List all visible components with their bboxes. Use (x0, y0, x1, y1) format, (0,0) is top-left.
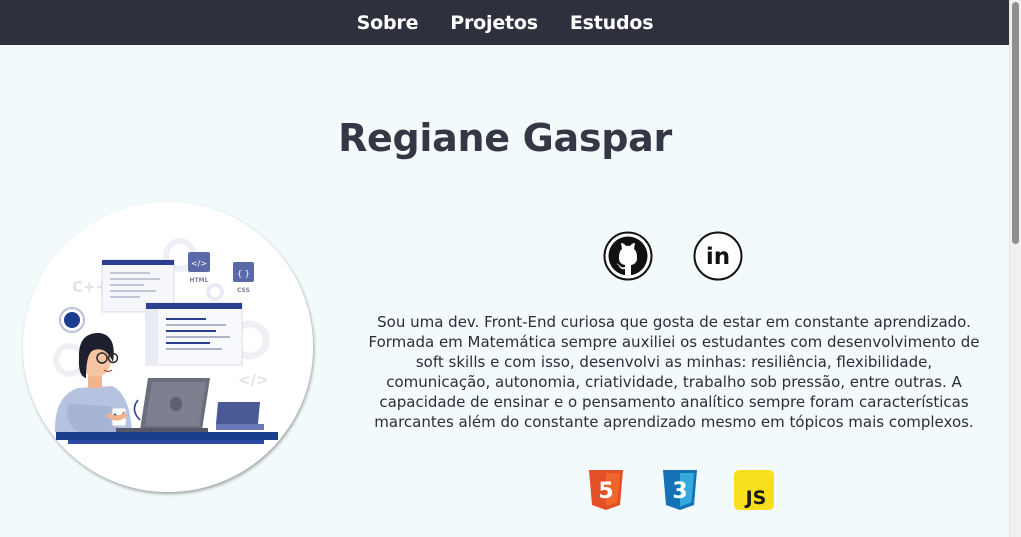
svg-text:in: in (706, 244, 730, 270)
nav-link-sobre[interactable]: Sobre (357, 12, 419, 34)
nav-link-projetos[interactable]: Projetos (450, 12, 538, 34)
tech-stack-icons: 5 3 JS (586, 469, 774, 511)
social-links: in (603, 231, 743, 281)
top-navbar: Sobre Projetos Estudos (0, 0, 1010, 45)
linkedin-icon[interactable]: in (693, 231, 743, 281)
svg-text:5: 5 (598, 479, 613, 504)
vertical-scrollbar[interactable] (1009, 0, 1021, 537)
nav-link-estudos[interactable]: Estudos (570, 12, 654, 34)
svg-text:CSS: CSS (237, 287, 250, 294)
svg-text:3: 3 (672, 479, 687, 504)
svg-text:</>: </> (238, 371, 269, 389)
svg-text:JS: JS (744, 487, 767, 509)
scrollbar-thumb[interactable] (1012, 2, 1019, 244)
bio-paragraph: Sou uma dev. Front-End curiosa que gosta… (368, 313, 980, 431)
svg-text:HTML: HTML (190, 277, 209, 284)
svg-text:</>: </> (191, 259, 207, 268)
page-title: Regiane Gaspar (338, 116, 672, 160)
javascript-icon: JS (734, 470, 774, 510)
html5-icon: 5 (589, 470, 623, 510)
svg-text:{ }: { } (237, 269, 250, 278)
github-icon[interactable] (603, 231, 653, 281)
developer-illustration: C++ </> </> HTML { } CSS (23, 202, 313, 492)
css3-icon: 3 (663, 470, 697, 510)
